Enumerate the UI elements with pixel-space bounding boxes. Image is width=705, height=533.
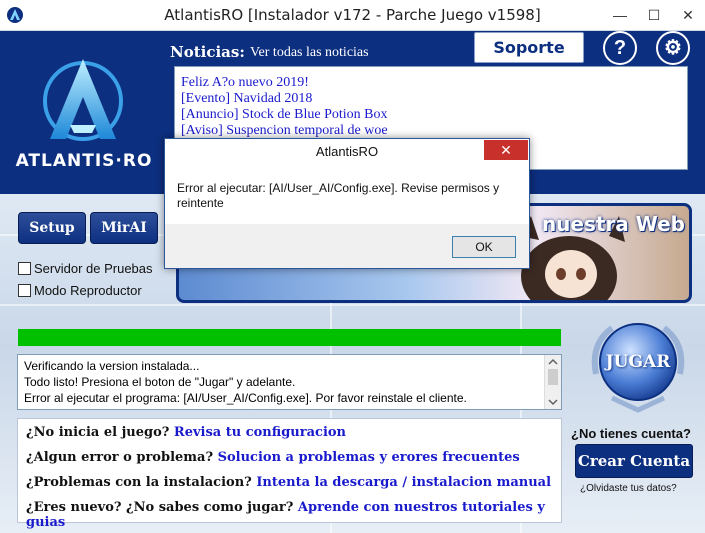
help-links-panel: ¿No inicia el juego? Revisa tu configura… xyxy=(17,418,562,530)
help-question: ¿Algun error o problema? xyxy=(26,450,214,465)
test-server-label: Servidor de Pruebas xyxy=(34,261,153,276)
progress-bar xyxy=(18,329,561,346)
dialog-titlebar[interactable]: AtlantisRO ✕ xyxy=(165,139,529,165)
window-titlebar[interactable]: AtlantisRO [Instalador v172 - Parche Jue… xyxy=(0,0,705,31)
help-question: ¿No inicia el juego? xyxy=(26,425,170,440)
news-label: Noticias: xyxy=(170,43,245,61)
status-log[interactable]: Verificando la version instalada... Todo… xyxy=(17,354,562,410)
log-line: Verificando la version instalada... xyxy=(24,359,200,373)
help-row: ¿Problemas con la instalacion? Intenta l… xyxy=(26,475,551,490)
dialog-close-button[interactable]: ✕ xyxy=(484,140,528,160)
news-item[interactable]: [Evento] Navidad 2018 xyxy=(175,91,687,107)
support-button[interactable]: Soporte xyxy=(474,32,584,63)
news-item[interactable]: [Aviso] Suspencion temporal de woe xyxy=(175,123,687,139)
setup-button[interactable]: Setup xyxy=(18,212,86,244)
play-button[interactable]: JUGAR xyxy=(582,314,694,414)
config-link[interactable]: Revisa tu configuracion xyxy=(174,425,346,440)
troubleshooting-link[interactable]: Solucion a problemas y erores frecuentes xyxy=(218,450,520,465)
forgot-data-link[interactable]: ¿Olvidaste tus datos? xyxy=(580,483,677,494)
error-dialog: AtlantisRO ✕ Error al ejecutar: [AI/User… xyxy=(164,138,530,269)
help-question: ¿Eres nuevo? ¿No sabes como jugar? xyxy=(26,500,294,515)
logo-text: ATLANTIS·RO xyxy=(15,151,153,171)
window-close-button[interactable]: ✕ xyxy=(671,0,705,30)
log-line: Todo listo! Presiona el boton de "Jugar"… xyxy=(24,375,296,389)
test-server-checkbox[interactable] xyxy=(18,262,31,275)
create-account-button[interactable]: Crear Cuenta xyxy=(575,444,693,478)
banner-text: nuestra Web xyxy=(541,212,685,236)
help-question: ¿Problemas con la instalacion? xyxy=(26,475,252,490)
window-title: AtlantisRO [Instalador v172 - Parche Jue… xyxy=(164,6,541,24)
manual-install-link[interactable]: Intenta la descarga / instalacion manual xyxy=(256,475,551,490)
dialog-footer: OK xyxy=(165,224,529,268)
player-mode-checkbox[interactable] xyxy=(18,284,31,297)
player-mode-label: Modo Reproductor xyxy=(34,283,142,298)
ok-button[interactable]: OK xyxy=(452,236,516,258)
help-row: ¿No inicia el juego? Revisa tu configura… xyxy=(26,425,346,440)
dialog-title: AtlantisRO xyxy=(315,144,379,159)
news-item[interactable]: [Anuncio] Stock de Blue Potion Box xyxy=(175,107,687,123)
maximize-button[interactable]: ☐ xyxy=(637,0,671,30)
mirai-button[interactable]: MirAI xyxy=(90,212,158,244)
help-row: ¿Eres nuevo? ¿No sabes como jugar? Apren… xyxy=(26,500,561,530)
scrollbar-arrows-icon xyxy=(548,358,558,406)
play-label: JUGAR xyxy=(605,352,671,372)
news-item[interactable]: Feliz A?o nuevo 2019! xyxy=(175,75,687,91)
help-row: ¿Algun error o problema? Solucion a prob… xyxy=(26,450,520,465)
all-news-link[interactable]: Ver todas las noticias xyxy=(250,45,369,61)
log-line: Error al ejecutar el programa: [AI/User_… xyxy=(24,391,467,405)
log-scrollbar[interactable] xyxy=(544,355,561,409)
help-icon[interactable]: ? xyxy=(603,31,637,65)
no-account-prompt: ¿No tienes cuenta? xyxy=(571,426,691,441)
gear-icon[interactable]: ⚙ xyxy=(656,31,690,65)
minimize-button[interactable]: — xyxy=(603,0,637,30)
dialog-message: Error al ejecutar: [AI/User_AI/Config.ex… xyxy=(177,181,500,210)
launcher-main: ATLANTIS·RO Noticias: Ver todas las noti… xyxy=(0,31,705,533)
